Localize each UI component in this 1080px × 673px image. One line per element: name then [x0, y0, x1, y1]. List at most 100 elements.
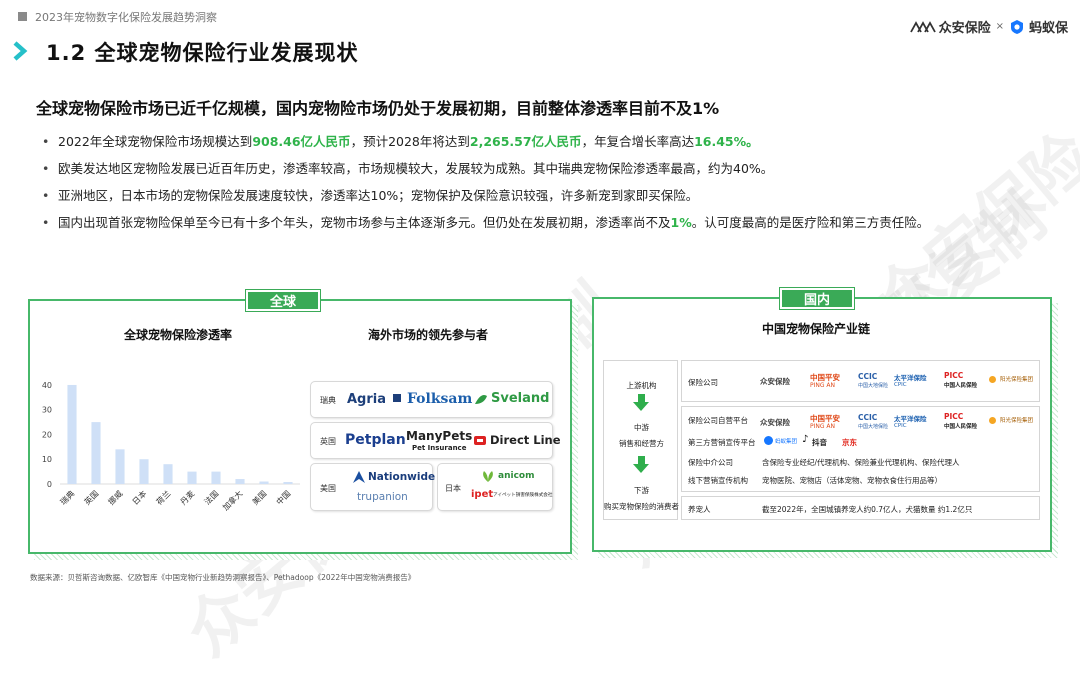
manypets-subtitle: Pet Insurance [412, 444, 467, 452]
ccic-subtitle: 中国大地保险 [858, 383, 889, 389]
ccic-insurer-logo: CCIC [858, 413, 878, 422]
cpic-insurer-logo: 太平洋保险 [894, 415, 927, 423]
sveland-leaf-icon [475, 395, 487, 404]
industry-chain: 上游机构 中游 销售和经营方 下游 购买宠物保险的消费者 保险公司 众安保险 中… [603, 360, 1040, 520]
x-tick-label: 英国 [82, 488, 100, 506]
penetration-bar-chart: 0 10 20 30 40 瑞典 英国 挪威 日本 荷兰 丹麦 法国 加拿大 美国 中国 [42, 381, 300, 512]
page-subtitle: 全球宠物保险市场已近千亿规模，国内宠物险市场仍处于发展初期，目前整体渗透率目前不… [36, 99, 720, 118]
overseas-title: 海外市场的领先参与者 [368, 328, 489, 342]
picc-subtitle: 中国人民保险 [944, 383, 978, 389]
agria-mark-icon [393, 394, 401, 402]
row-label: 保险公司 [688, 378, 718, 387]
x-tick-label: 荷兰 [154, 488, 172, 506]
cpic-subtitle: CPIC [894, 423, 907, 429]
bar-中国 [283, 482, 293, 484]
bullet-item: 欧美发达地区宠物险发展已近百年历史，渗透率较高，市场规模较大，发展较为成熟。其中… [42, 155, 1052, 182]
zhongan-logo: 众安保险 [909, 17, 991, 36]
zhongan-insurer-logo: 众安保险 [760, 418, 790, 427]
bullet-item: 亚洲地区，日本市场的宠物保险发展速度较快，渗透率达10%；宠物保护及保险意识较强… [42, 182, 1052, 209]
bullet-text: 。认可度最高的是医疗险和第三方责任险。 [691, 215, 930, 230]
chain-stages-column: 上游机构 中游 销售和经营方 下游 购买宠物保险的消费者 [603, 360, 679, 520]
row-label: 养宠人 [688, 505, 711, 514]
global-tag: 全球 [245, 289, 321, 312]
chain-row-insurers: 保险公司 众安保险 中国平安 PING AN CCIC 中国大地保险 太平洋保险… [681, 360, 1040, 402]
domestic-tag: 国内 [779, 287, 855, 310]
row-label: 保险中介公司 [688, 458, 733, 467]
douyin-logo: 抖音 [812, 438, 827, 447]
bar-丹麦 [187, 471, 197, 484]
bullet-text: 2022年全球宠物保险市场规模达到 [58, 134, 253, 149]
jd-logo: 京东 [842, 438, 857, 447]
global-chart-title: 全球宠物保险渗透率 [124, 328, 233, 342]
zhongan-insurer-logo: 众安保险 [760, 377, 790, 386]
x-tick-label: 法国 [202, 488, 220, 506]
y-tick-label: 30 [42, 406, 52, 415]
country-label: 美国 [320, 484, 336, 493]
country-label: 日本 [445, 484, 461, 493]
pingan-subtitle: PING AN [810, 382, 836, 389]
ant-group-logo: 蚂蚁集团 [775, 439, 798, 445]
ant-shield-icon [1010, 19, 1023, 34]
ant-group-icon [764, 436, 773, 445]
bar-加拿大 [235, 479, 245, 484]
y-tick-label: 40 [42, 381, 52, 390]
stage-upstream: 上游机构 [626, 381, 657, 390]
sunshine-sun-icon [989, 417, 996, 424]
bar-日本 [139, 459, 149, 484]
ipet-subtitle: アイペット損害保険株式会社 [493, 493, 553, 498]
bullet-text: 亚洲地区，日本市场的宠物保险发展速度较快，渗透率达10%；宠物保护及保险意识较强… [58, 188, 699, 203]
highlight-value: 1% [670, 215, 692, 230]
stage-midstream: 中游 [634, 423, 649, 432]
sunshine-sun-icon [989, 376, 996, 383]
trupanion-logo: trupanion [357, 491, 408, 503]
anicom-leaf-icon [483, 471, 493, 482]
row-label: 保险公司自营平台 [688, 416, 748, 425]
bar-挪威 [115, 449, 125, 484]
cpic-subtitle: CPIC [894, 382, 907, 388]
logo-separator: × [995, 21, 1004, 32]
us-players-box: 美国 Nationwide trupanion [310, 463, 436, 511]
x-tick-label: 挪威 [106, 488, 124, 506]
chevron-right-icon [13, 41, 28, 61]
stage-downstream-desc: 购买宠物保险的消费者 [604, 502, 679, 511]
x-tick-label: 美国 [250, 488, 268, 506]
series-square-icon [18, 12, 27, 21]
row-label: 第三方营销宣传平台 [688, 438, 756, 447]
report-series-title: 2023年宠物数字化保险发展趋势洞察 [35, 11, 217, 24]
row-desc: 截至2022年，全国城镇养宠人约0.7亿人，犬猫数量 约1.2亿只 [762, 505, 973, 514]
bullet-text: 国内出现首张宠物险保单至今已有十多个年头，宠物市场参与主体逐渐多元。但仍处在发展… [58, 215, 671, 230]
zhongan-mark-icon [909, 20, 936, 32]
ant-insurance-logo: 蚂蚁保 [1009, 17, 1068, 36]
bar-法国 [211, 471, 221, 484]
data-source-note: 数据来源：贝哲斯咨询数据、亿欧智库《中国宠物行业新趋势洞察报告》、Pethado… [30, 573, 416, 582]
x-tick-label: 中国 [274, 488, 292, 506]
agria-logo: Agria [347, 392, 387, 407]
ccic-insurer-logo: CCIC [858, 372, 878, 381]
petplan-logo: Petplan [345, 432, 406, 448]
japan-players-box: 日本 anicom ipet アイペット損害保険株式会社 [437, 463, 553, 511]
x-tick-label: 加拿大 [220, 488, 244, 512]
key-points-list: 2022年全球宠物保险市场规模达到908.46亿人民币，预计2028年将达到2,… [42, 128, 1052, 236]
bullet-item: 2022年全球宠物保险市场规模达到908.46亿人民币，预计2028年将达到2,… [42, 128, 1052, 155]
y-tick-label: 20 [42, 430, 52, 439]
nationwide-logo: Nationwide [368, 471, 436, 483]
chain-row-pet-owners: 养宠人 截至2022年，全国城镇养宠人约0.7亿人，犬猫数量 约1.2亿只 [681, 496, 1040, 520]
x-tick-label: 丹麦 [178, 488, 196, 506]
highlight-value: 908.46亿人民币 [252, 134, 351, 149]
bullet-item: 国内出现首张宠物险保单至今已有十多个年头，宠物市场参与主体逐渐多元。但仍处在发展… [42, 209, 1052, 236]
bullet-text: ，年复合增长率高达 [581, 134, 695, 149]
bar-荷兰 [163, 464, 173, 484]
sunshine-insurer-logo: 阳光保险集团 [1000, 377, 1034, 383]
bar-美国 [259, 481, 269, 484]
zhongan-logo-text: 众安保险 [938, 21, 991, 36]
ant-logo-text: 蚂蚁保 [1028, 21, 1068, 36]
chain-block-midstream: 保险公司自营平台 众安保险 中国平安 PING AN CCIC 中国大地保险 太… [681, 406, 1040, 492]
picc-insurer-logo: PICC [944, 371, 964, 380]
row-label: 线下营销宣传机构 [688, 476, 748, 485]
stage-midstream-desc: 销售和经营方 [619, 439, 664, 448]
arrow-down-icon [625, 394, 657, 411]
bar-瑞典 [67, 384, 77, 484]
anicom-logo: anicom [498, 471, 535, 481]
arrow-down-icon [625, 456, 657, 473]
highlight-value: 16.45%。 [694, 134, 759, 149]
